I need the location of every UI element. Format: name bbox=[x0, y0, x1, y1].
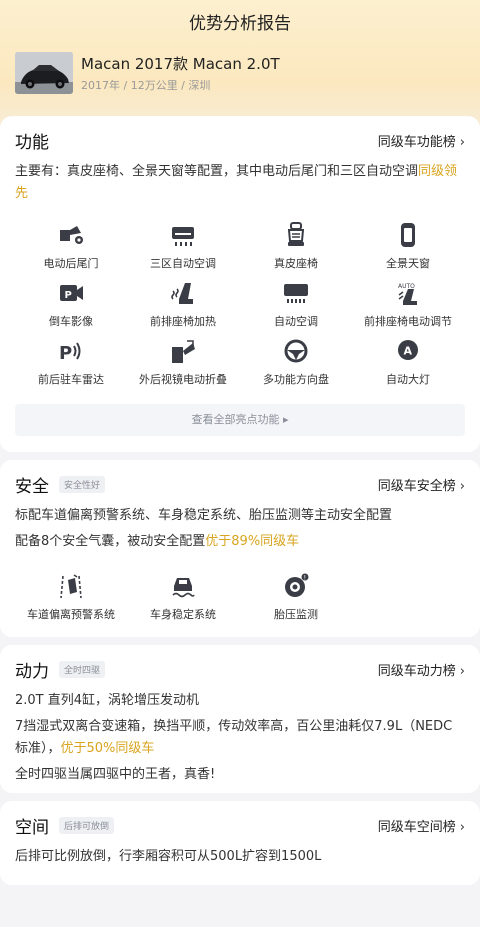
feature-item[interactable]: A 自动大灯 bbox=[352, 337, 464, 387]
camera-icon: P bbox=[60, 285, 83, 301]
feature-label: 多功能方向盘 bbox=[263, 373, 329, 386]
space-header: 空间 后排可放倒 同级车空间榜 › bbox=[15, 806, 465, 846]
feature-item[interactable]: 电动后尾门 bbox=[15, 221, 127, 271]
feature-item[interactable]: 多功能方向盘 bbox=[240, 337, 352, 387]
space-rank-label: 同级车空间榜 bbox=[377, 820, 456, 835]
space-line-1: 后排可比例放倒，行李厢容积可从500L扩容到1500L bbox=[15, 849, 322, 864]
feature-item[interactable]: 真皮座椅 bbox=[240, 221, 352, 271]
space-rank-link[interactable]: 同级车空间榜 › bbox=[378, 816, 465, 835]
features-rank-label: 同级车功能榜 bbox=[377, 135, 456, 150]
features-card: 功能 同级车功能榜 › 主要有：真皮座椅、全景天窗等配置，其中电动后尾门和三区自动… bbox=[0, 116, 480, 452]
feature-label: 真皮座椅 bbox=[274, 257, 318, 270]
safety-item[interactable]: ! 胎压监测 bbox=[240, 572, 352, 622]
seat-heat-icon bbox=[171, 283, 193, 304]
features-desc-main: 主要有：真皮座椅、全景天窗等配置，其中电动后尾门和三区自动空调 bbox=[15, 164, 419, 179]
features-description: 主要有：真皮座椅、全景天窗等配置，其中电动后尾门和三区自动空调同级领先 bbox=[15, 161, 465, 205]
ac-icon bbox=[284, 284, 308, 303]
view-all-features-button[interactable]: 查看全部亮点功能 ▸ bbox=[15, 404, 465, 436]
power-header: 动力 全时四驱 同级车动力榜 › bbox=[15, 650, 465, 690]
car-name: Macan 2017款 Macan 2.0T bbox=[81, 55, 280, 73]
safety-label: 车道偏离预警系统 bbox=[27, 608, 115, 621]
feature-item[interactable]: AUTO 前排座椅电动调节 bbox=[352, 279, 464, 329]
feature-label: 前排座椅加热 bbox=[150, 315, 216, 328]
power-line-1: 2.0T 直列4缸，涡轮增压发动机 bbox=[15, 693, 200, 708]
safety-line-2: 配备8个安全气囊，被动安全配置优于89%同级车 bbox=[15, 531, 465, 553]
feature-item[interactable]: P 倒车影像 bbox=[15, 279, 127, 329]
safety-item[interactable]: 车身稳定系统 bbox=[127, 572, 239, 622]
steering-wheel-icon bbox=[284, 339, 308, 363]
chevron-right-icon: › bbox=[459, 135, 465, 150]
feature-label: 三区自动空调 bbox=[150, 257, 216, 270]
power-rank-link[interactable]: 同级车动力榜 › bbox=[378, 660, 465, 679]
sunroof-icon bbox=[401, 223, 415, 247]
svg-text:A: A bbox=[404, 345, 413, 358]
seat-adjust-icon: AUTO bbox=[398, 283, 417, 305]
safety-label: 车身稳定系统 bbox=[150, 608, 216, 621]
space-title: 空间 bbox=[15, 818, 49, 838]
svg-text:!: ! bbox=[304, 574, 306, 581]
power-title: 动力 bbox=[15, 662, 49, 682]
safety-label: 胎压监测 bbox=[274, 608, 318, 621]
feature-label: 全景天窗 bbox=[386, 257, 430, 270]
power-rank-label: 同级车动力榜 bbox=[377, 664, 456, 679]
space-card: 空间 后排可放倒 同级车空间榜 › 后排可比例放倒，行李厢容积可从500L扩容到1… bbox=[0, 801, 480, 885]
safety-title: 安全 bbox=[15, 477, 49, 497]
features-header: 功能 同级车功能榜 › bbox=[15, 121, 465, 161]
feature-label: 倒车影像 bbox=[49, 315, 93, 328]
seat-icon bbox=[287, 222, 305, 246]
feature-item[interactable]: 外后视镜电动折叠 bbox=[127, 337, 239, 387]
feature-item[interactable]: 全景天窗 bbox=[352, 221, 464, 271]
safety-line-2-highlight: 优于89%同级车 bbox=[205, 534, 300, 549]
feature-label: 自动大灯 bbox=[386, 373, 430, 386]
svg-text:P: P bbox=[65, 290, 72, 301]
headlight-icon: A bbox=[398, 340, 418, 360]
power-card: 动力 全时四驱 同级车动力榜 › 2.0T 直列4缸，涡轮增压发动机 7挡湿式双离… bbox=[0, 645, 480, 793]
safety-rank-label: 同级车安全榜 bbox=[377, 479, 456, 494]
car-meta: 2017年 / 12万公里 / 深圳 bbox=[81, 79, 211, 92]
safety-line-1: 标配车道偏离预警系统、车身稳定系统、胎压监测等主动安全配置 bbox=[15, 508, 393, 523]
features-rank-link[interactable]: 同级车功能榜 › bbox=[378, 131, 465, 150]
stability-icon bbox=[172, 578, 195, 598]
chevron-right-icon: › bbox=[459, 664, 465, 679]
feature-item[interactable]: 自动空调 bbox=[240, 279, 352, 329]
power-line-3: 全时四驱当属四驱中的王者，真香! bbox=[15, 767, 216, 782]
car-summary[interactable]: Macan 2017款 Macan 2.0T 2017年 / 12万公里 / 深… bbox=[15, 52, 465, 98]
space-tag: 后排可放倒 bbox=[59, 817, 115, 834]
tire-pressure-icon: ! bbox=[285, 573, 309, 597]
feature-item[interactable]: P 前后驻车雷达 bbox=[15, 337, 127, 387]
tailgate-icon bbox=[60, 226, 83, 244]
power-tag: 全时四驱 bbox=[59, 661, 106, 678]
feature-label: 前后驻车雷达 bbox=[38, 373, 104, 386]
car-thumbnail bbox=[15, 52, 73, 94]
svg-text:P: P bbox=[59, 343, 72, 364]
parking-radar-icon: P bbox=[59, 342, 81, 364]
chevron-right-icon: › bbox=[459, 479, 465, 494]
svg-text:AUTO: AUTO bbox=[398, 283, 415, 290]
ac-zone-icon bbox=[172, 227, 194, 246]
safety-rank-link[interactable]: 同级车安全榜 › bbox=[378, 475, 465, 494]
power-line-2: 7挡湿式双离合变速箱，换挡平顺，传动效率高，百公里油耗仅7.9L（NEDC标准）… bbox=[15, 716, 465, 760]
lane-departure-icon bbox=[60, 574, 82, 599]
safety-card: 安全 安全性好 同级车安全榜 › 标配车道偏离预警系统、车身稳定系统、胎压监测等主… bbox=[0, 460, 480, 637]
page-title: 优势分析报告 bbox=[189, 14, 291, 34]
power-line-2-highlight: 优于50%同级车 bbox=[60, 741, 155, 756]
feature-label: 自动空调 bbox=[274, 315, 318, 328]
feature-item[interactable]: 前排座椅加热 bbox=[127, 279, 239, 329]
safety-header: 安全 安全性好 同级车安全榜 › bbox=[15, 465, 465, 505]
features-title: 功能 bbox=[15, 133, 49, 153]
safety-tag: 安全性好 bbox=[59, 476, 106, 493]
safety-item[interactable]: 车道偏离预警系统 bbox=[15, 572, 127, 622]
safety-line-2-main: 配备8个安全气囊，被动安全配置 bbox=[15, 534, 206, 549]
feature-label: 前排座椅电动调节 bbox=[364, 315, 452, 328]
chevron-right-icon: › bbox=[459, 820, 465, 835]
feature-item[interactable]: 三区自动空调 bbox=[127, 221, 239, 271]
mirror-fold-icon bbox=[172, 340, 195, 363]
feature-label: 外后视镜电动折叠 bbox=[139, 373, 227, 386]
feature-label: 电动后尾门 bbox=[43, 257, 99, 270]
